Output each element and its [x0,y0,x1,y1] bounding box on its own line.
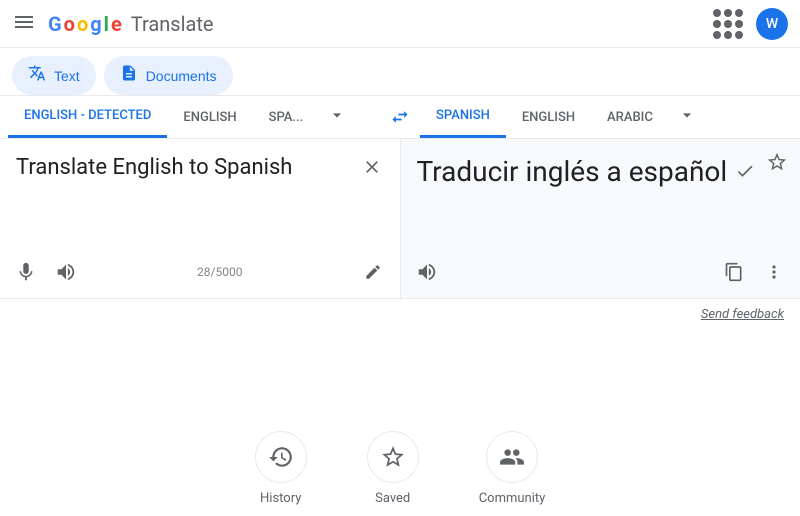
feedback-label: Send feedback [701,307,784,322]
target-panel: Traducir inglés a español [401,139,800,298]
text-tab-icon [28,64,46,87]
user-avatar[interactable]: W [756,8,788,40]
bottom-nav: History Saved Community [0,411,800,516]
community-label: Community [479,491,546,506]
more-options-button[interactable] [756,254,792,290]
target-panel-bottom [409,254,793,290]
apps-icon[interactable] [708,4,748,44]
source-panel-bottom: 28/5000 [8,254,392,290]
logo-text: Translate [131,12,214,36]
verified-icon [735,161,755,186]
header: Google Translate W [0,0,800,48]
favorite-button[interactable] [766,151,788,177]
source-languages: ENGLISH - DETECTED ENGLISH SPA... [8,96,380,138]
edit-button[interactable] [355,254,391,290]
source-input[interactable] [16,155,384,235]
header-right: W [708,4,788,44]
history-label: History [260,491,301,506]
clear-source-button[interactable] [356,151,388,183]
target-languages: SPANISH ENGLISH ARABIC [420,96,792,138]
swap-languages-button[interactable] [380,97,420,137]
text-tab[interactable]: Text [12,56,96,95]
nav-community[interactable]: Community [479,431,546,506]
menu-icon[interactable] [12,10,36,38]
char-count: 28/5000 [197,265,242,279]
documents-tab-label: Documents [146,68,217,84]
target-speaker-button[interactable] [409,254,445,290]
community-icon-circle [486,431,538,483]
saved-icon-circle [367,431,419,483]
source-lang-english[interactable]: ENGLISH [167,98,252,137]
translation-panels: 28/5000 Traducir inglés a español [0,139,800,299]
documents-tab[interactable]: Documents [104,56,233,95]
source-lang-spanish[interactable]: SPA... [253,98,320,137]
mode-tab-bar: Text Documents [0,48,800,96]
translated-text: Traducir inglés a español [417,155,728,188]
app-logo: Google Translate [48,12,708,36]
text-tab-label: Text [54,68,80,84]
history-icon-circle [255,431,307,483]
target-lang-spanish[interactable]: SPANISH [420,96,506,138]
feedback-bar[interactable]: Send feedback [0,299,800,330]
target-action-icons [716,254,792,290]
source-lang-detected[interactable]: ENGLISH - DETECTED [8,96,167,138]
documents-tab-icon [120,64,138,87]
target-lang-expand-icon[interactable] [669,97,705,137]
saved-label: Saved [375,491,410,506]
mic-button[interactable] [8,254,44,290]
nav-saved[interactable]: Saved [367,431,419,506]
source-panel: 28/5000 [0,139,401,298]
nav-history[interactable]: History [255,431,307,506]
copy-button[interactable] [716,254,752,290]
source-speaker-button[interactable] [48,254,84,290]
source-icons [8,254,84,290]
target-lang-english[interactable]: ENGLISH [506,98,591,137]
target-lang-arabic[interactable]: ARABIC [591,98,669,137]
language-selector: ENGLISH - DETECTED ENGLISH SPA... SPANIS… [0,96,800,139]
source-lang-expand-icon[interactable] [319,97,355,137]
